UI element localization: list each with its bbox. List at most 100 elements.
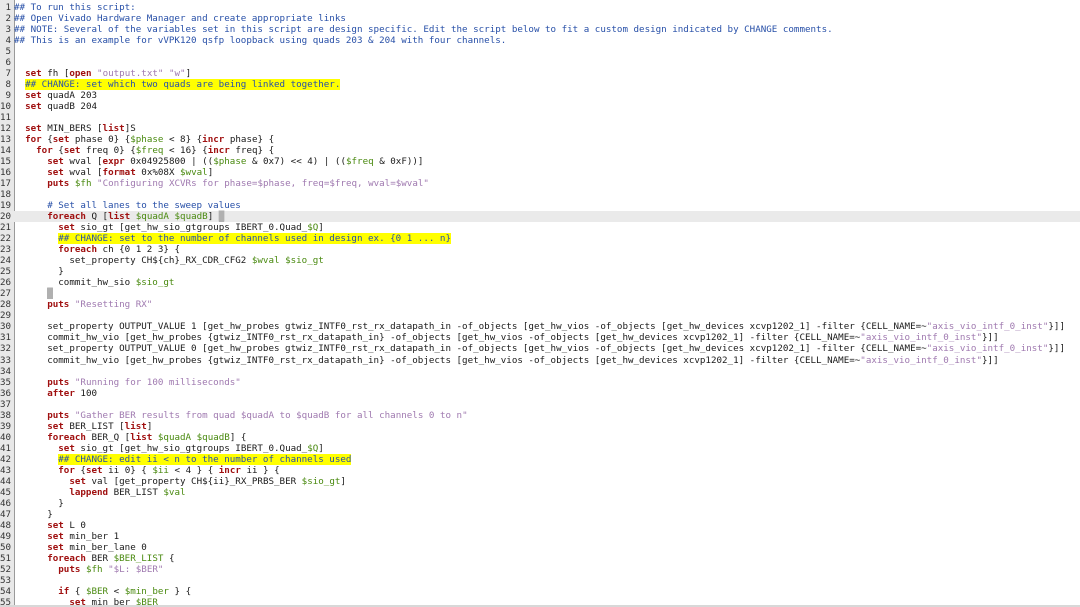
code-token: set xyxy=(63,145,81,157)
code-line[interactable]: 35 puts "Running for 100 milliseconds" xyxy=(0,377,1080,388)
code-line[interactable]: 7 set fh [open "output.txt" "w"] xyxy=(0,68,1080,79)
code-line[interactable]: 8 ## CHANGE: set which two quads are bei… xyxy=(0,79,1080,91)
code-token: open xyxy=(69,68,92,80)
code-line[interactable]: 24 set_property CH${ch}_RX_CDR_CFG2 $wva… xyxy=(0,255,1080,266)
line-number: 48 xyxy=(0,519,12,531)
code-line[interactable]: 23 foreach ch {0 1 2 3} { xyxy=(0,244,1080,255)
code-line[interactable]: 20 foreach Q [list $quadA $quadB] █ xyxy=(0,211,1080,223)
code-line[interactable]: 28 puts "Resetting RX" xyxy=(0,299,1080,310)
code-token: $phase xyxy=(213,156,247,168)
code-token: ] { xyxy=(229,431,247,443)
code-token: val [get_property CH${ii}_RX_PRBS_BER xyxy=(85,475,302,487)
code-line[interactable]: 48 set L 0 xyxy=(0,520,1080,531)
code-line[interactable]: 19 # Set all lanes to the sweep values xyxy=(0,200,1080,211)
code-token: 0x04925800 | (( xyxy=(124,156,214,168)
code-line[interactable]: 9 set quadA 203 xyxy=(0,90,1080,101)
line-number: 8 xyxy=(5,79,11,91)
code-line[interactable]: 38 puts "Gather BER results from quad $q… xyxy=(0,410,1080,421)
code-line[interactable]: 2 ## Open Vivado Hardware Manager and cre… xyxy=(0,13,1080,24)
code-token: ii 0} { xyxy=(102,464,153,476)
code-line[interactable]: 42 ## CHANGE: edit ii < n to the number … xyxy=(0,453,1080,465)
code-line[interactable]: 40 foreach BER_Q [list $quadA $quadB] { xyxy=(0,432,1080,443)
code-token: { xyxy=(163,552,175,564)
code-line[interactable]: 29 xyxy=(0,310,1080,321)
code-token: puts xyxy=(47,376,70,388)
code-line[interactable]: 22 ## CHANGE: set to the number of chann… xyxy=(0,233,1080,245)
code-line[interactable]: 25 } xyxy=(0,266,1080,277)
code-token: quadB 204 xyxy=(41,101,98,113)
code-line[interactable]: 41 set sio_gt [get_hw_sio_gtgroups IBERT… xyxy=(0,443,1080,454)
code-token: puts xyxy=(47,299,70,311)
code-token: list xyxy=(124,420,147,432)
code-line[interactable]: 50 set min_ber_lane 0 xyxy=(0,542,1080,553)
code-line[interactable]: 32 set_property OUTPUT_VALUE 0 [get_hw_p… xyxy=(0,343,1080,354)
line-number: 14 xyxy=(0,145,12,157)
code-line[interactable]: 11 xyxy=(0,112,1080,123)
code-line[interactable]: 14 for {set freq 0} {$freq < 16} {incr f… xyxy=(0,145,1080,156)
code-token: $quadB xyxy=(196,431,230,443)
code-line[interactable]: 30 set_property OUTPUT_VALUE 1 [get_hw_p… xyxy=(0,321,1080,332)
code-area[interactable]: 1 ## To run this script: 2 ## Open Vivado H… xyxy=(0,2,1080,607)
code-token: set xyxy=(47,156,64,168)
code-line[interactable]: 15 set wval [expr 0x04925800 | (($phase … xyxy=(0,156,1080,167)
code-token: BER_LIST xyxy=(108,486,164,498)
code-token: { xyxy=(52,145,64,157)
code-line[interactable]: 21 set sio_gt [get_hw_sio_gtgroups IBERT… xyxy=(0,222,1080,233)
code-line[interactable]: 10 set quadB 204 xyxy=(0,101,1080,112)
code-line[interactable]: 36 after 100 xyxy=(0,388,1080,399)
line-number: 16 xyxy=(0,167,12,179)
code-token: "Gather BER results from quad $quadA to … xyxy=(74,409,468,421)
code-token: $val xyxy=(163,486,186,498)
code-token: "output.txt" xyxy=(97,68,164,80)
code-line[interactable]: 44 set val [get_property CH${ii}_RX_PRBS… xyxy=(0,476,1080,487)
code-line[interactable]: 13 for {set phase 0} {$phase < 8} {incr … xyxy=(0,134,1080,145)
code-line[interactable]: 1 ## To run this script: xyxy=(0,2,1080,13)
code-line[interactable]: 5 xyxy=(0,46,1080,57)
code-token: ] xyxy=(318,442,324,454)
code-token: lappend xyxy=(69,486,109,498)
code-line[interactable]: 37 xyxy=(0,399,1080,410)
code-token: min_ber_lane 0 xyxy=(63,541,147,553)
code-line[interactable]: 45 lappend BER_LIST $val xyxy=(0,487,1080,498)
code-token: list xyxy=(108,211,131,223)
code-token: ## CHANGE: edit ii < n to the number of … xyxy=(58,453,352,465)
code-token: 0x%08X xyxy=(135,167,181,179)
script-editor[interactable]: 1 ## To run this script: 2 ## Open Vivado H… xyxy=(0,0,1080,607)
code-line[interactable]: 47 } xyxy=(0,509,1080,520)
code-token: ] xyxy=(318,222,324,234)
code-line[interactable]: 16 set wval [format 0x%08X $wval] xyxy=(0,167,1080,178)
code-line[interactable]: 6 xyxy=(0,57,1080,68)
code-line[interactable]: 33 commit_hw_vio [get_hw_probes {gtwiz_I… xyxy=(0,355,1080,366)
code-line[interactable]: 34 xyxy=(0,366,1080,377)
code-token: $sio_gt xyxy=(301,475,341,487)
code-token: set xyxy=(47,519,64,531)
code-line[interactable]: 26 commit_hw_sio $sio_gt xyxy=(0,277,1080,288)
code-line[interactable]: 31 commit_hw_vio [get_hw_probes {gtwiz_I… xyxy=(0,332,1080,343)
code-line[interactable]: 46 } xyxy=(0,498,1080,509)
code-line[interactable]: 27 █ xyxy=(0,288,1080,300)
code-line[interactable]: 4 ## This is an example for vVPK120 qsfp … xyxy=(0,35,1080,46)
code-line[interactable]: 43 for {set ii 0} { $ii < 4 } { incr ii … xyxy=(0,465,1080,476)
text-cursor: █ xyxy=(218,211,225,223)
code-line[interactable]: 52 puts $fh "$L: $BER" xyxy=(0,564,1080,575)
code-line[interactable]: 3 ## NOTE: Several of the variables set i… xyxy=(0,24,1080,35)
line-number: 50 xyxy=(0,541,12,553)
code-line[interactable]: 51 foreach BER $BER_LIST { xyxy=(0,553,1080,564)
code-line[interactable]: 39 set BER_LIST [list] xyxy=(0,421,1080,432)
code-line[interactable]: 17 puts $fh "Configuring XCVRs for phase… xyxy=(0,178,1080,189)
code-token: # Set all lanes to the sweep values xyxy=(47,200,241,212)
code-line[interactable]: 54 if { $BER < $min_ber } { xyxy=(0,586,1080,597)
code-token: set_property CH${ch}_RX_CDR_CFG2 xyxy=(14,255,252,267)
code-token: < xyxy=(108,585,125,597)
code-token: $quadA xyxy=(157,431,192,443)
code-line[interactable]: 18 xyxy=(0,189,1080,200)
code-line[interactable]: 53 xyxy=(0,575,1080,586)
code-line[interactable]: 49 set min_ber 1 xyxy=(0,531,1080,542)
code-line[interactable]: 12 set MIN_BERS [list]S xyxy=(0,123,1080,134)
